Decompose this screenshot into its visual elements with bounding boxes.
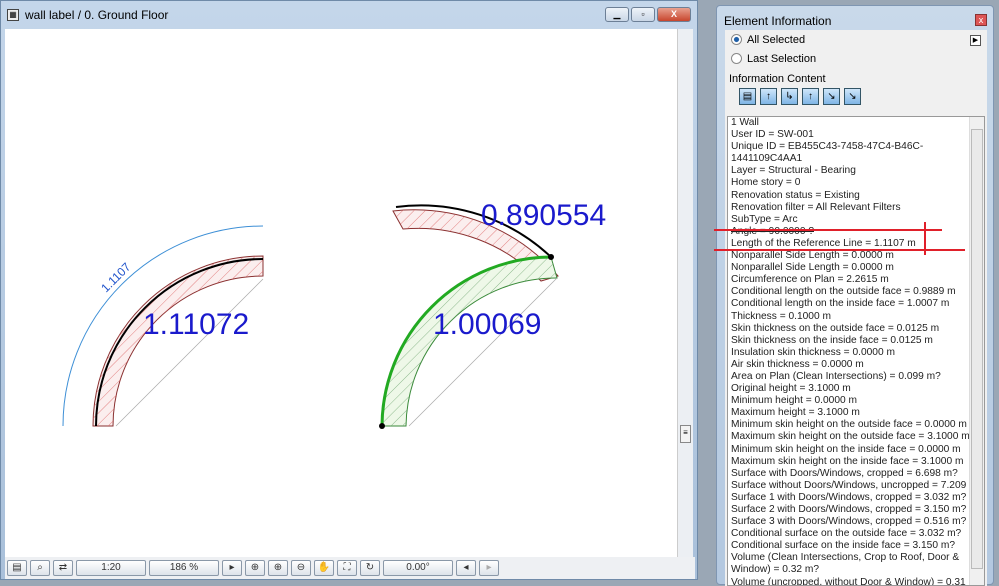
info-row: Maximum height = 3.1000 m [731, 407, 860, 419]
info-row: Layer = Structural - Bearing [731, 165, 856, 177]
info-row: Volume (uncropped, without Door & Window… [731, 576, 966, 586]
top-wall-label: 0.890554 [481, 199, 606, 232]
info-row: Conditional surface on the inside face =… [731, 540, 955, 552]
node-point [379, 423, 385, 429]
zoom-out-icon[interactable]: ⊖ [291, 560, 311, 576]
element-information-panel: Element Information x All Selected Last … [716, 5, 994, 586]
panel-title: Element Information [724, 14, 832, 28]
left-wall-label: 1.11072 [143, 308, 249, 341]
info-row: Renovation filter = All Relevant Filters [731, 201, 901, 213]
floor-plan-window: ▦ wall label / 0. Ground Floor ▁ ▫ X 1.1… [0, 0, 698, 580]
zoom-menu-arrow-icon[interactable]: ▸ [222, 560, 242, 576]
info-row: Minimum skin height on the inside face =… [731, 443, 961, 455]
last-selection-label: Last Selection [747, 52, 817, 65]
info-row: Minimum height = 0.0000 m [731, 395, 857, 407]
scroll-thumb[interactable]: ≡ [680, 425, 691, 443]
info-list[interactable]: 1 Wall User ID = SW-001 Unique ID = EB455C… [727, 116, 985, 586]
info-row: Volume (Clean Intersections, Crop to Roo… [731, 552, 960, 564]
last-selection-radio[interactable]: Last Selection [725, 49, 987, 68]
info-row: Length of the Reference Line = 1.1107 m [731, 237, 916, 249]
info-row: Original height = 3.1000 m [731, 383, 851, 395]
info-row: Surface without Doors/Windows, uncropped… [731, 479, 984, 491]
plan-icon: ▦ [7, 9, 19, 21]
zoom-field[interactable]: 186 % [149, 560, 219, 576]
info-row: Surface with Doors/Windows, cropped = 6.… [731, 467, 958, 479]
plan-drawing: 1.1107 1.11072 0.890554 1.00069 [62, 199, 606, 429]
pan-hand-icon[interactable]: ✋ [314, 560, 334, 576]
info-row: Maximum skin height on the outside face … [731, 431, 970, 443]
information-content-label: Information Content [729, 73, 826, 85]
vertical-scrollbar[interactable]: ≡ [677, 29, 693, 557]
info-row: Surface 3 with Doors/Windows, cropped = … [731, 516, 967, 528]
status-toolbar: ▤ ⌕ ⇄ 1:20 186 % ▸ ⊕ ⊕ ⊖ ✋ ⛶ ↻ 0.00° ◂ ▸ [5, 557, 695, 579]
preview-icon[interactable]: ⌕ [30, 560, 50, 576]
info-row: Window) = 0.32 m? [731, 564, 820, 576]
info-row: Minimum skin height on the outside face … [731, 419, 967, 431]
drawing-canvas[interactable]: 1.1107 1.11072 0.890554 1.00069 [5, 29, 677, 557]
previous-zoom-icon[interactable]: ◂ [456, 560, 476, 576]
info-row: Unique ID = EB455C43-7458-47C4-B46C- [731, 141, 924, 153]
info-row: Maximum skin height on the inside face =… [731, 455, 964, 467]
window-titlebar: ▦ wall label / 0. Ground Floor [1, 1, 697, 29]
info-row: 1 Wall [731, 117, 759, 128]
info-row: Nonparallel Side Length = 0.0000 m [731, 262, 894, 274]
panel-close-button[interactable]: x [975, 14, 987, 26]
rotate-icon[interactable]: ↻ [360, 560, 380, 576]
node-point [548, 254, 554, 260]
info-row: Surface 2 with Doors/Windows, cropped = … [731, 504, 967, 515]
info-row: Skin thickness on the outside face = 0.0… [731, 322, 940, 334]
document-icon[interactable]: ▤ [739, 88, 756, 105]
info-row: Nonparallel Side Length = 0.0000 m [731, 250, 894, 262]
green-wall-label: 1.00069 [433, 308, 541, 341]
info-row: Skin thickness on the inside face = 0.01… [731, 334, 933, 346]
surface-icon[interactable]: ↑ [802, 88, 819, 105]
info-row: Air skin thickness = 0.0000 m [731, 358, 864, 370]
options-arrow-icon[interactable]: ▶ [970, 35, 981, 46]
info-row: Thickness = 0.1000 m [731, 310, 831, 322]
info-row: Angle = 90.0000 ? [731, 225, 814, 237]
info-row: User ID = SW-001 [731, 129, 814, 141]
info-row: Conditional length on the outside face =… [731, 286, 956, 298]
close-button[interactable]: X [657, 7, 691, 22]
all-selected-label: All Selected [747, 33, 806, 46]
next-zoom-icon[interactable]: ▸ [479, 560, 499, 576]
scale-field[interactable]: 1:20 [76, 560, 146, 576]
ref-line-corner-icon[interactable]: ↳ [781, 88, 798, 105]
info-row: Home story = 0 [731, 177, 801, 189]
ref-line-icon[interactable]: ↑ [760, 88, 777, 105]
list-scrollbar[interactable] [969, 117, 984, 585]
info-row: Area on Plan (Clean Intersections) = 0.0… [731, 370, 941, 382]
angle-field[interactable]: 0.00° [383, 560, 453, 576]
window-title: wall label / 0. Ground Floor [25, 8, 169, 22]
info-row: Conditional length on the inside face = … [731, 298, 950, 310]
info-row: SubType = Arc [731, 213, 798, 225]
volume-icon[interactable]: ↘ [844, 88, 861, 105]
info-row: Renovation status = Existing [731, 189, 860, 201]
chord-line [115, 278, 264, 427]
info-row: Surface 1 with Doors/Windows, cropped = … [731, 491, 967, 503]
info-row: Insulation skin thickness = 0.0000 m [731, 346, 895, 358]
update-icon[interactable]: ⇄ [53, 560, 73, 576]
layers-icon[interactable]: ▤ [7, 560, 27, 576]
info-row: 1441109C4AA1 [731, 153, 803, 165]
all-selected-radio[interactable]: All Selected [725, 30, 987, 49]
zoom-area-icon[interactable]: ⊕ [245, 560, 265, 576]
zoom-in-icon[interactable]: ⊕ [268, 560, 288, 576]
minimize-button[interactable]: ▁ [605, 7, 629, 22]
maximize-button[interactable]: ▫ [631, 7, 655, 22]
info-row: Circumference on Plan = 2.2615 m [731, 274, 889, 286]
surface-corner-icon[interactable]: ↘ [823, 88, 840, 105]
fit-window-icon[interactable]: ⛶ [337, 560, 357, 576]
info-row: Conditional surface on the outside face … [731, 528, 962, 540]
